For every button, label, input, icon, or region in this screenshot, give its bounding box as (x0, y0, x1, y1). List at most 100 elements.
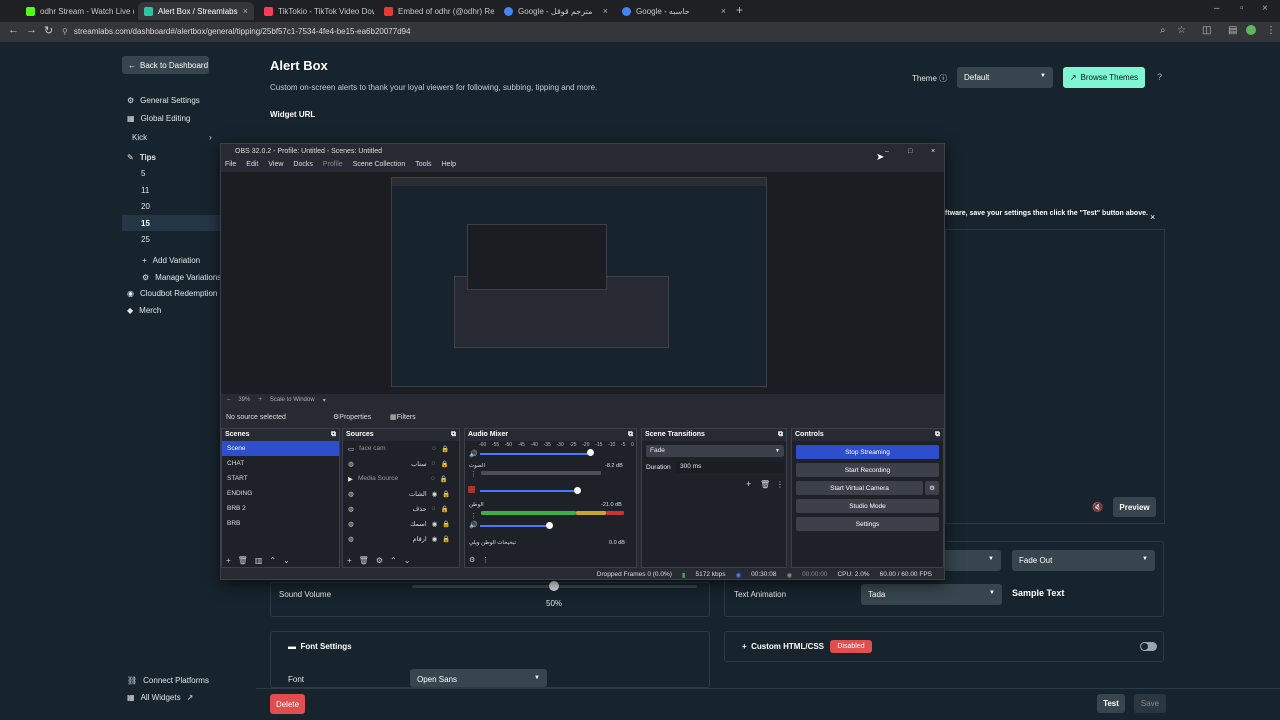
custom-html-toggle[interactable] (1140, 642, 1157, 651)
volume-fader[interactable] (480, 525, 546, 527)
filter-icon[interactable]: ▥ (255, 556, 263, 565)
variation-5[interactable]: 5 (141, 169, 145, 178)
add-icon[interactable]: + (347, 556, 352, 565)
menu-docks[interactable]: Docks (293, 161, 312, 168)
settings-button[interactable]: Settings (796, 517, 939, 531)
lock-icon[interactable]: 🔒 (440, 475, 448, 483)
zoom-in-button[interactable]: + (258, 397, 262, 403)
manage-variations-button[interactable]: ⚙ Manage Variations (142, 273, 221, 282)
menu-help[interactable]: Help (442, 161, 456, 168)
down-icon[interactable]: ⌄ (404, 556, 411, 565)
close-icon[interactable]: × (721, 6, 726, 16)
down-icon[interactable]: ⌄ (283, 556, 290, 565)
scene-item[interactable]: CHAT (222, 456, 339, 471)
extensions-icon[interactable]: ◫ (1202, 25, 1211, 36)
minimize-icon[interactable]: – (885, 148, 889, 155)
sidebar-item-general-settings[interactable]: ⚙ General Settings (127, 96, 200, 105)
add-icon[interactable]: + (226, 556, 231, 565)
up-icon[interactable]: ⌃ (390, 556, 397, 565)
source-item[interactable]: ◍ سناب ◌ 🔒 (343, 456, 459, 471)
variation-15[interactable]: 15 (141, 219, 150, 228)
trash-icon[interactable]: 🗑 (238, 556, 248, 565)
sidebar-item-tips[interactable]: ✎ Tips (127, 153, 156, 162)
browse-themes-button[interactable]: ↗ Browse Themes (1063, 67, 1145, 88)
lock-icon[interactable]: 🔒 (442, 490, 450, 498)
fader-handle[interactable] (587, 449, 594, 456)
bookmark-star-icon[interactable]: ☆ (1177, 25, 1186, 36)
visibility-icon[interactable]: ◉ (432, 490, 438, 498)
close-icon[interactable]: × (931, 148, 935, 155)
fade-out-select[interactable]: Fade Out ▼ (1012, 550, 1155, 571)
channel-menu-icon[interactable]: ⋮ (470, 470, 477, 478)
preview-canvas[interactable] (391, 177, 767, 387)
menu-view[interactable]: View (268, 161, 283, 168)
more-icon[interactable]: ⋮ (776, 480, 784, 489)
trash-icon[interactable]: 🗑 (359, 556, 369, 565)
scene-item[interactable]: ENDING (222, 486, 339, 501)
undock-icon[interactable]: ⧉ (451, 431, 456, 439)
obs-window[interactable]: OBS 32.0.2 - Profile: Untitled - Scenes:… (220, 143, 945, 580)
browser-tab[interactable]: Embed of odhr (@odhr) Realti× (378, 2, 494, 20)
obs-preview[interactable] (221, 172, 944, 394)
visibility-icon[interactable]: ◌ (432, 445, 436, 452)
transition-select[interactable]: Fade ▼ (646, 445, 784, 457)
gear-icon[interactable]: ⚙ (469, 556, 475, 564)
font-select[interactable]: Open Sans ▼ (410, 669, 547, 687)
gear-icon[interactable]: ⚙ (376, 556, 383, 565)
undock-icon[interactable]: ⧉ (778, 431, 783, 439)
start-virtual-camera-button[interactable]: Start Virtual Camera (796, 481, 923, 495)
filters-button[interactable]: ▦Filters (390, 413, 416, 421)
menu-scene-collection[interactable]: Scene Collection (353, 161, 406, 168)
new-tab-button[interactable]: + (736, 3, 743, 17)
back-arrow-icon[interactable]: ← (8, 24, 19, 36)
volume-slider-handle[interactable] (549, 581, 559, 591)
stop-streaming-button[interactable]: Stop Streaming (796, 445, 939, 459)
minimize-icon[interactable]: – (1214, 3, 1220, 14)
text-animation-select[interactable]: Tada ▼ (861, 584, 1002, 605)
scale-mode-select[interactable]: Scale to Window (270, 397, 315, 403)
browser-tab[interactable]: odhr Stream - Watch Live on K× (20, 2, 134, 20)
obs-titlebar[interactable]: OBS 32.0.2 - Profile: Untitled - Scenes:… (221, 144, 944, 158)
caret-down-icon[interactable]: ▾ (323, 397, 326, 404)
save-button[interactable]: Save (1134, 694, 1166, 713)
browser-tab[interactable]: TikTokio - TikTok Video Downlo× (258, 2, 374, 20)
volume-fader[interactable] (480, 453, 590, 455)
start-recording-button[interactable]: Start Recording (796, 463, 939, 477)
variation-20[interactable]: 20 (141, 202, 150, 211)
browser-tab[interactable]: Google - مترجم قوقل × (498, 2, 614, 20)
visibility-icon[interactable]: ◉ (432, 520, 438, 528)
undock-icon[interactable]: ⧉ (935, 431, 940, 439)
forward-arrow-icon[interactable]: → (26, 24, 37, 36)
sidebar-icon[interactable]: ▤ (1228, 25, 1237, 36)
scene-item[interactable]: BRB (222, 516, 339, 531)
variation-11[interactable]: 11 (141, 186, 149, 195)
address-bar[interactable]: ⚲ streamlabs.com/dashboard#/alertbox/gen… (62, 24, 1152, 39)
source-item[interactable]: ◍ الشات ◉ 🔒 (343, 486, 459, 501)
preview-button[interactable]: Preview (1113, 497, 1156, 517)
fader-handle[interactable] (546, 522, 553, 529)
lock-icon[interactable]: 🔒 (442, 535, 450, 543)
menu-profile[interactable]: Profile (323, 161, 343, 168)
lock-icon[interactable]: 🔒 (441, 505, 449, 513)
speaker-icon[interactable]: 🔊 (469, 450, 478, 458)
channel-menu-icon[interactable]: ⋮ (470, 512, 477, 520)
menu-edit[interactable]: Edit (246, 161, 258, 168)
lock-icon[interactable]: 🔒 (441, 460, 449, 468)
browser-tab-active[interactable]: Alert Box / Streamlabs × (138, 2, 254, 20)
scene-item[interactable]: START (222, 471, 339, 486)
studio-mode-button[interactable]: Studio Mode (796, 499, 939, 513)
reload-icon[interactable]: ↻ (44, 24, 53, 37)
zoom-out-button[interactable]: – (227, 397, 230, 403)
menu-file[interactable]: File (225, 161, 236, 168)
delete-button[interactable]: Delete (270, 694, 305, 714)
trash-icon[interactable]: 🗑 (760, 480, 770, 489)
muted-speaker-icon[interactable] (468, 486, 475, 493)
sidebar-item-merch[interactable]: ◆ Merch (127, 306, 161, 315)
back-to-dashboard-button[interactable]: ← Back to Dashboard (122, 56, 209, 74)
maximize-icon[interactable]: ▫ (1240, 3, 1244, 14)
speaker-icon[interactable]: 🔊 (469, 521, 478, 529)
sidebar-item-kick[interactable]: Kick › (132, 133, 212, 142)
theme-select[interactable]: Default ▼ (957, 67, 1053, 88)
add-variation-button[interactable]: + Add Variation (142, 256, 200, 265)
visibility-icon[interactable]: ◉ (432, 535, 438, 543)
